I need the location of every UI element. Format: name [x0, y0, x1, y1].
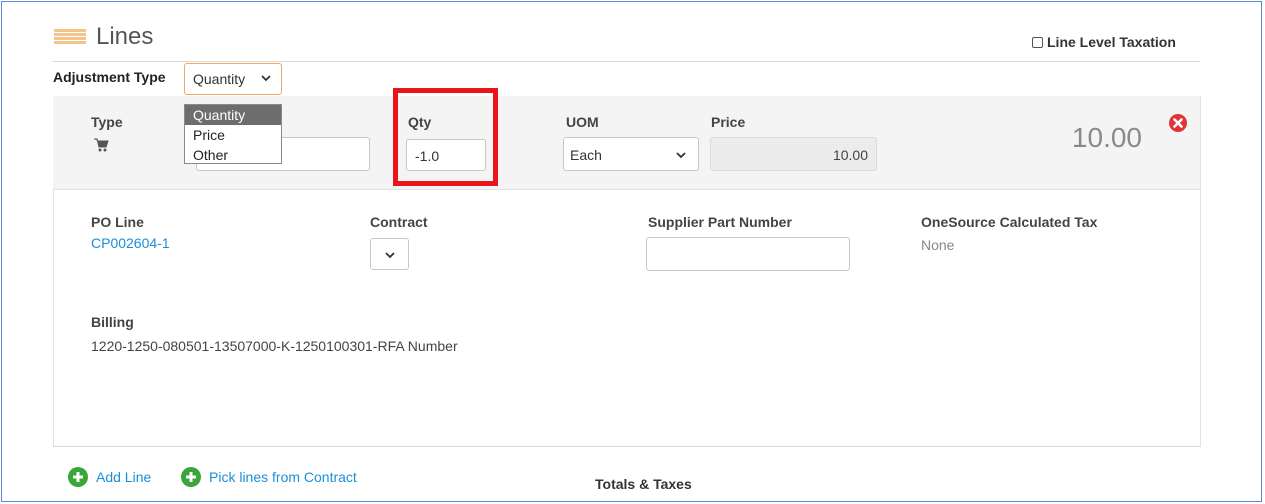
- billing-value: 1220-1250-080501-13507000-K-1250100301-R…: [91, 338, 458, 354]
- adjustment-type-value: Quantity: [193, 71, 246, 87]
- adjustment-type-label: Adjustment Type: [53, 69, 166, 85]
- line-total: 10.00: [1071, 122, 1142, 153]
- dropdown-option-price[interactable]: Price: [185, 125, 281, 145]
- contract-select[interactable]: [370, 238, 409, 270]
- line-level-taxation-toggle[interactable]: Line Level Taxation: [1032, 34, 1176, 50]
- section-title: Lines: [96, 23, 154, 50]
- cart-icon: [94, 138, 109, 152]
- highlight-box: [393, 88, 498, 186]
- onesource-tax-value: None: [921, 237, 955, 253]
- supplier-part-number-label: Supplier Part Number: [648, 214, 792, 230]
- dropdown-option-quantity[interactable]: Quantity: [185, 105, 281, 125]
- adjustment-type-select[interactable]: Quantity: [184, 63, 282, 95]
- header-divider: [52, 61, 1200, 62]
- line-level-taxation-label: Line Level Taxation: [1047, 34, 1176, 50]
- pick-lines-label: Pick lines from Contract: [209, 469, 357, 485]
- lines-icon: [54, 29, 86, 45]
- detail-border-bottom: [53, 446, 1201, 447]
- supplier-part-number-input[interactable]: [646, 237, 850, 271]
- uom-value: Each: [570, 147, 602, 163]
- detail-border-left: [53, 190, 54, 446]
- pick-lines-button[interactable]: Pick lines from Contract: [181, 467, 357, 487]
- add-line-button[interactable]: Add Line: [68, 467, 151, 487]
- detail-border-right: [1200, 96, 1201, 446]
- line-level-taxation-checkbox[interactable]: [1032, 36, 1043, 48]
- adjustment-type-dropdown[interactable]: Quantity Price Other: [184, 104, 282, 164]
- price-label: Price: [711, 114, 746, 130]
- contract-label: Contract: [370, 214, 428, 230]
- chevron-down-icon: [676, 152, 686, 159]
- billing-label: Billing: [91, 314, 134, 330]
- plus-circle-icon: [68, 467, 88, 487]
- uom-label: UOM: [566, 114, 599, 130]
- remove-line-icon[interactable]: [1168, 113, 1188, 133]
- chevron-down-icon: [261, 75, 271, 82]
- type-label: Type: [91, 114, 123, 130]
- dropdown-option-other[interactable]: Other: [185, 145, 281, 165]
- uom-select[interactable]: Each: [563, 137, 699, 171]
- po-line-link[interactable]: CP002604-1: [91, 235, 170, 251]
- plus-circle-icon: [181, 467, 201, 487]
- chevron-down-icon: [385, 252, 395, 259]
- onesource-tax-label: OneSource Calculated Tax: [921, 214, 1098, 230]
- price-input: 10.00: [710, 137, 877, 171]
- add-line-label: Add Line: [96, 469, 152, 485]
- po-line-label: PO Line: [91, 214, 144, 230]
- totals-taxes-heading: Totals & Taxes: [595, 476, 692, 492]
